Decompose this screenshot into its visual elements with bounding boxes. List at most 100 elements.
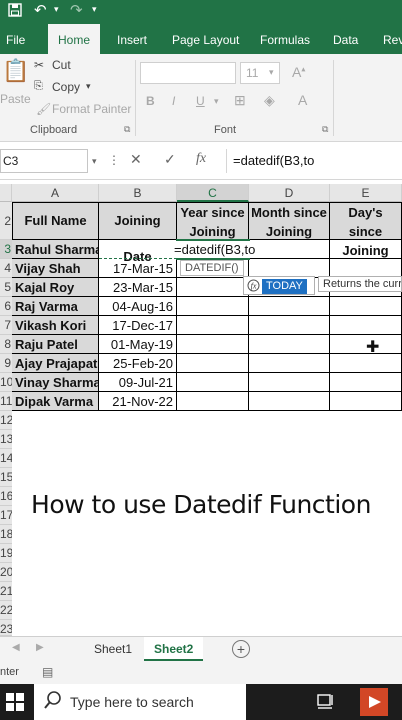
name-cell[interactable]: Dipak Varma <box>12 392 99 411</box>
row-header-9[interactable]: 9 <box>0 354 12 373</box>
redo-icon[interactable]: ↷ <box>70 1 83 19</box>
row-header-21[interactable]: 21 <box>0 582 12 601</box>
select-all-corner[interactable] <box>0 184 12 202</box>
row-header-12[interactable]: 12 <box>0 411 12 430</box>
font-size-box[interactable]: 11 ▾ <box>240 62 280 84</box>
worksheet-grid[interactable]: A B C D E 2 Full Name Joining Date Year … <box>0 180 402 636</box>
cut-button[interactable]: Cut <box>52 58 71 72</box>
month-cell[interactable] <box>249 240 330 259</box>
year-cell[interactable] <box>177 354 249 373</box>
underline-button[interactable]: U <box>196 94 205 108</box>
font-launcher-icon[interactable]: ⧉ <box>322 124 328 135</box>
name-cell[interactable]: Kajal Roy <box>12 278 99 297</box>
date-cell[interactable]: 25-Feb-20 <box>99 354 177 373</box>
function-hint-tooltip[interactable]: DATEDIF() <box>180 260 244 276</box>
scroll-tabs-left-icon[interactable]: ◀ <box>12 642 20 653</box>
date-cell[interactable]: 17-Mar-15 <box>99 259 177 278</box>
tab-file[interactable]: File <box>6 24 25 54</box>
name-cell[interactable]: Raju Patel <box>12 335 99 354</box>
insert-function-button[interactable]: fx <box>196 151 206 167</box>
row-header-13[interactable]: 13 <box>0 430 12 449</box>
undo-icon[interactable]: ↶ <box>34 1 47 19</box>
year-cell[interactable] <box>177 392 249 411</box>
date-cell[interactable]: 04-Aug-16 <box>99 297 177 316</box>
windows-start-icon[interactable] <box>6 693 24 716</box>
date-cell[interactable]: 01-May-19 <box>99 335 177 354</box>
font-color-icon[interactable]: A <box>298 92 307 108</box>
row-header-11[interactable]: 11 <box>0 392 12 411</box>
scroll-tabs-right-icon[interactable]: ▶ <box>36 642 44 653</box>
macro-record-icon[interactable]: ▤ <box>42 665 53 679</box>
cancel-button[interactable]: ✕ <box>130 151 142 168</box>
tab-review[interactable]: Rev <box>383 24 402 54</box>
name-cell[interactable]: Vijay Shah <box>12 259 99 278</box>
copy-button[interactable]: Copy <box>52 80 80 94</box>
fill-color-icon[interactable]: ◈ <box>264 92 275 109</box>
date-cell[interactable]: 23-Mar-15 <box>99 278 177 297</box>
paste-icon[interactable]: 📋 <box>2 58 29 84</box>
column-header-d[interactable]: D <box>249 184 330 202</box>
tab-formulas[interactable]: Formulas <box>260 24 310 54</box>
row-header-14[interactable]: 14 <box>0 449 12 468</box>
month-cell[interactable] <box>249 354 330 373</box>
customize-toolbar-icon[interactable]: ▾ <box>92 4 97 15</box>
row-header-22[interactable]: 22 <box>0 601 12 620</box>
sheet-tab-sheet2[interactable]: Sheet2 <box>144 637 204 661</box>
taskbar-search-box[interactable]: Type here to search <box>34 684 246 720</box>
row-header-2[interactable]: 2 <box>0 202 12 240</box>
font-size-dropdown-icon[interactable]: ▾ <box>269 67 274 78</box>
format-painter-button[interactable]: Format Painter <box>52 102 131 116</box>
row-header-19[interactable]: 19 <box>0 544 12 563</box>
row-header-3[interactable]: 3 <box>0 240 12 259</box>
row-header-5[interactable]: 5 <box>0 278 12 297</box>
bold-button[interactable]: B <box>146 94 155 108</box>
year-cell[interactable] <box>177 373 249 392</box>
row-header-23[interactable]: 23 <box>0 620 12 636</box>
date-cell[interactable]: 09-Jul-21 <box>99 373 177 392</box>
tab-home[interactable]: Home <box>48 24 101 54</box>
copy-dropdown-icon[interactable]: ▾ <box>86 81 91 92</box>
days-cell[interactable] <box>330 297 402 316</box>
name-cell[interactable]: Vinay Sharma <box>12 373 99 392</box>
row-header-18[interactable]: 18 <box>0 525 12 544</box>
date-cell[interactable]: 21-Nov-22 <box>99 392 177 411</box>
row-header-7[interactable]: 7 <box>0 316 12 335</box>
enter-button[interactable]: ✓ <box>164 151 176 168</box>
borders-icon[interactable]: ⊞ <box>234 92 246 109</box>
formula-input[interactable]: =datedif(B3,to <box>226 149 402 173</box>
paste-button[interactable]: Paste <box>0 92 31 106</box>
month-cell[interactable] <box>249 297 330 316</box>
name-cell[interactable]: Rahul Sharma <box>12 240 99 259</box>
days-cell[interactable] <box>330 316 402 335</box>
year-cell[interactable] <box>177 278 249 297</box>
row-header-8[interactable]: 8 <box>0 335 12 354</box>
name-cell[interactable]: Ajay Prajapati <box>12 354 99 373</box>
active-cell-c3[interactable]: =datedif(B3,to <box>174 239 258 260</box>
column-header-a[interactable]: A <box>12 184 99 202</box>
underline-dropdown-icon[interactable]: ▾ <box>214 96 219 107</box>
sheet-tab-sheet1[interactable]: Sheet1 <box>84 637 142 661</box>
month-cell[interactable] <box>249 316 330 335</box>
column-header-c[interactable]: C <box>177 184 249 202</box>
date-cell[interactable]: 17-Dec-17 <box>99 316 177 335</box>
name-box[interactable]: C3 <box>0 149 88 173</box>
month-cell[interactable] <box>249 373 330 392</box>
font-name-box[interactable] <box>140 62 236 84</box>
tab-insert[interactable]: Insert <box>117 24 147 54</box>
italic-button[interactable]: I <box>172 94 175 108</box>
add-sheet-button[interactable]: + <box>232 640 250 658</box>
date-cell-referenced[interactable] <box>99 240 177 259</box>
year-cell[interactable] <box>177 297 249 316</box>
row-header-20[interactable]: 20 <box>0 563 12 582</box>
row-header-6[interactable]: 6 <box>0 297 12 316</box>
undo-dropdown-icon[interactable]: ▾ <box>54 4 59 15</box>
name-cell[interactable]: Vikash Kori <box>12 316 99 335</box>
row-header-4[interactable]: 4 <box>0 259 12 278</box>
month-cell[interactable] <box>249 392 330 411</box>
month-cell[interactable] <box>249 335 330 354</box>
autocomplete-item-today[interactable]: TODAY <box>262 279 307 294</box>
days-cell[interactable] <box>330 392 402 411</box>
days-cell[interactable] <box>330 240 402 259</box>
tab-data[interactable]: Data <box>333 24 358 54</box>
year-cell[interactable] <box>177 335 249 354</box>
